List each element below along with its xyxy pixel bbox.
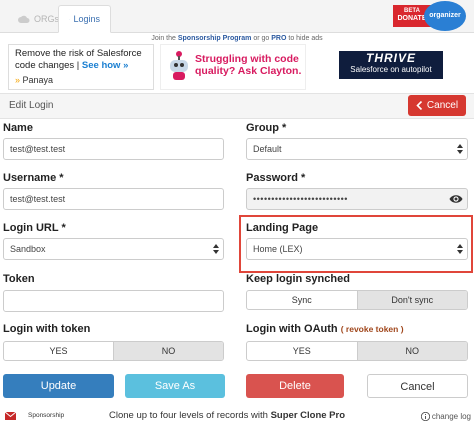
info-icon xyxy=(420,412,430,421)
landing-page-select[interactable]: Home (LEX) xyxy=(246,238,468,260)
token-yes-option[interactable]: YES xyxy=(4,342,113,360)
revoke-token-link[interactable]: ( revoke token ) xyxy=(341,324,404,334)
ad-clayton[interactable]: Struggling with code quality? Ask Clayto… xyxy=(160,44,306,90)
tab-logins-label: Logins xyxy=(73,14,100,24)
clayton-mascot-icon xyxy=(170,51,188,80)
eye-icon[interactable] xyxy=(449,193,463,205)
change-log-link[interactable]: change log xyxy=(420,412,471,421)
super-clone-pro-link[interactable]: Super Clone Pro xyxy=(271,410,345,421)
password-value: •••••••••••••••••••••••••• xyxy=(253,194,348,204)
landing-page-value: Home (LEX) xyxy=(253,244,303,254)
landing-page-label: Landing Page xyxy=(246,222,319,234)
sponsorship-link[interactable]: Sponsorship xyxy=(28,412,64,419)
donate-label: DONATE xyxy=(397,15,427,22)
username-label: Username * xyxy=(3,172,64,184)
select-arrows-icon xyxy=(457,144,463,154)
dont-sync-option[interactable]: Don't sync xyxy=(356,291,467,309)
promo-suffix: to hide ads xyxy=(288,35,323,42)
login-with-oauth-label: Login with OAuth ( revoke token ) xyxy=(246,323,404,335)
sync-option[interactable]: Sync xyxy=(247,291,357,309)
login-with-oauth-text: Login with OAuth xyxy=(246,323,338,335)
select-arrows-icon xyxy=(457,244,463,254)
login-with-token-toggle: YES NO xyxy=(3,341,224,361)
organizer-logo: organizer xyxy=(424,1,466,31)
select-arrows-icon xyxy=(213,244,219,254)
promo-middle: or go xyxy=(253,35,270,42)
login-url-select[interactable]: Sandbox xyxy=(3,238,224,260)
name-label: Name xyxy=(3,122,33,134)
ad-panaya[interactable]: Remove the risk of Salesforce code chang… xyxy=(8,44,154,90)
thrive-tagline: Salesforce on autopilot xyxy=(350,65,432,74)
update-button[interactable]: Update xyxy=(3,374,114,398)
login-with-token-label: Login with token xyxy=(3,323,91,335)
keep-synched-toggle: Sync Don't sync xyxy=(246,290,468,310)
save-as-button[interactable]: Save As xyxy=(125,374,225,398)
panaya-brand: Panaya xyxy=(22,75,54,85)
login-url-value: Sandbox xyxy=(10,244,46,254)
thrive-logo: THRIVE xyxy=(365,51,416,65)
chevron-left-icon xyxy=(416,101,422,110)
group-label: Group * xyxy=(246,122,287,134)
token-no-option[interactable]: NO xyxy=(113,342,223,360)
tab-logins[interactable]: Logins xyxy=(58,5,111,33)
footer: Sponsorship Clone up to four levels of r… xyxy=(0,410,474,424)
ad-clayton-text: Struggling with code quality? Ask Clayto… xyxy=(195,53,302,77)
footer-message: Clone up to four levels of records with … xyxy=(109,410,345,421)
token-label: Token xyxy=(3,273,35,285)
footer-message-text: Clone up to four levels of records with xyxy=(109,410,268,421)
panaya-logo: » Panaya xyxy=(15,75,54,85)
oauth-no-option[interactable]: NO xyxy=(356,342,467,360)
cancel-button[interactable]: Cancel xyxy=(367,374,468,398)
cancel-top-button[interactable]: Cancel xyxy=(408,95,466,116)
group-value: Default xyxy=(253,144,282,154)
delete-button[interactable]: Delete xyxy=(246,374,344,398)
edit-login-header: Edit Login Cancel xyxy=(0,93,474,119)
token-field[interactable] xyxy=(3,290,224,312)
username-field[interactable]: test@test.test xyxy=(3,188,224,210)
sponsorship-program-link[interactable]: Sponsorship Program xyxy=(178,35,252,42)
password-label: Password * xyxy=(246,172,306,184)
promo-line: Join the Sponsorship Program or go PRO t… xyxy=(0,35,474,42)
pro-link[interactable]: PRO xyxy=(271,35,286,42)
login-with-oauth-toggle: YES NO xyxy=(246,341,468,361)
cloud-icon xyxy=(18,15,30,23)
top-tab-bar: ORGs Logins BETA DONATE organizer xyxy=(0,0,474,33)
login-url-label: Login URL * xyxy=(3,222,66,234)
envelope-icon[interactable] xyxy=(5,412,16,420)
ad-thrive[interactable]: THRIVE Salesforce on autopilot xyxy=(339,51,443,79)
name-field[interactable]: test@test.test xyxy=(3,138,224,160)
group-select[interactable]: Default xyxy=(246,138,468,160)
tab-orgs-label: ORGs xyxy=(34,14,60,24)
keep-synched-label: Keep login synched xyxy=(246,273,350,285)
page-title: Edit Login xyxy=(9,100,54,111)
promo-prefix: Join the xyxy=(151,35,176,42)
cancel-top-label: Cancel xyxy=(426,100,459,111)
change-log-label: change log xyxy=(431,412,471,421)
oauth-yes-option[interactable]: YES xyxy=(247,342,357,360)
ad-panaya-link[interactable]: See how » xyxy=(82,60,128,71)
password-field[interactable]: •••••••••••••••••••••••••• xyxy=(246,188,468,210)
